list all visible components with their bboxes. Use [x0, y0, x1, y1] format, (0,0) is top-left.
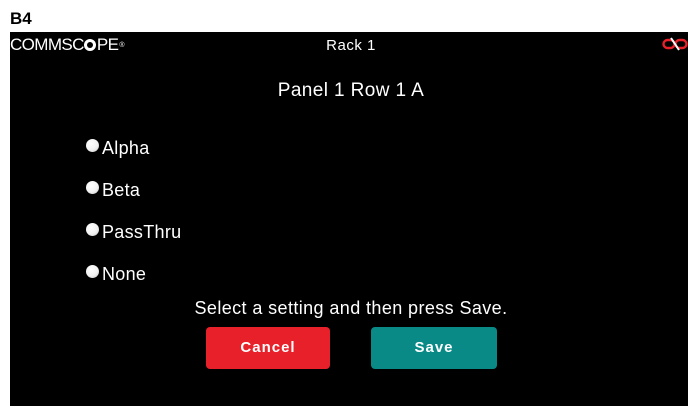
device-screen: COMMSC PE ® Rack 1 Panel 1 Row 1 A Alpha… — [10, 32, 688, 406]
option-label: None — [102, 263, 147, 284]
option-alpha[interactable]: Alpha — [86, 136, 150, 160]
page-label: B4 — [10, 9, 32, 28]
option-passthru[interactable]: PassThru — [86, 220, 181, 244]
panel-heading: Panel 1 Row 1 A — [277, 80, 425, 101]
rack-title: Rack 1 — [326, 37, 376, 54]
radio-button-icon[interactable] — [86, 180, 99, 194]
cancel-button[interactable]: Cancel — [206, 327, 330, 369]
option-label: Alpha — [102, 137, 150, 158]
option-none[interactable]: None — [86, 262, 146, 286]
option-label: PassThru — [102, 221, 182, 242]
radio-button-icon[interactable] — [86, 138, 99, 152]
option-label: Beta — [102, 179, 141, 200]
radio-button-icon[interactable] — [86, 264, 99, 278]
broken-link-icon[interactable] — [662, 37, 688, 51]
option-beta[interactable]: Beta — [86, 178, 140, 202]
save-button[interactable]: Save — [371, 327, 497, 369]
instruction-text: Select a setting and then press Save. — [194, 298, 508, 318]
radio-button-icon[interactable] — [86, 222, 99, 236]
